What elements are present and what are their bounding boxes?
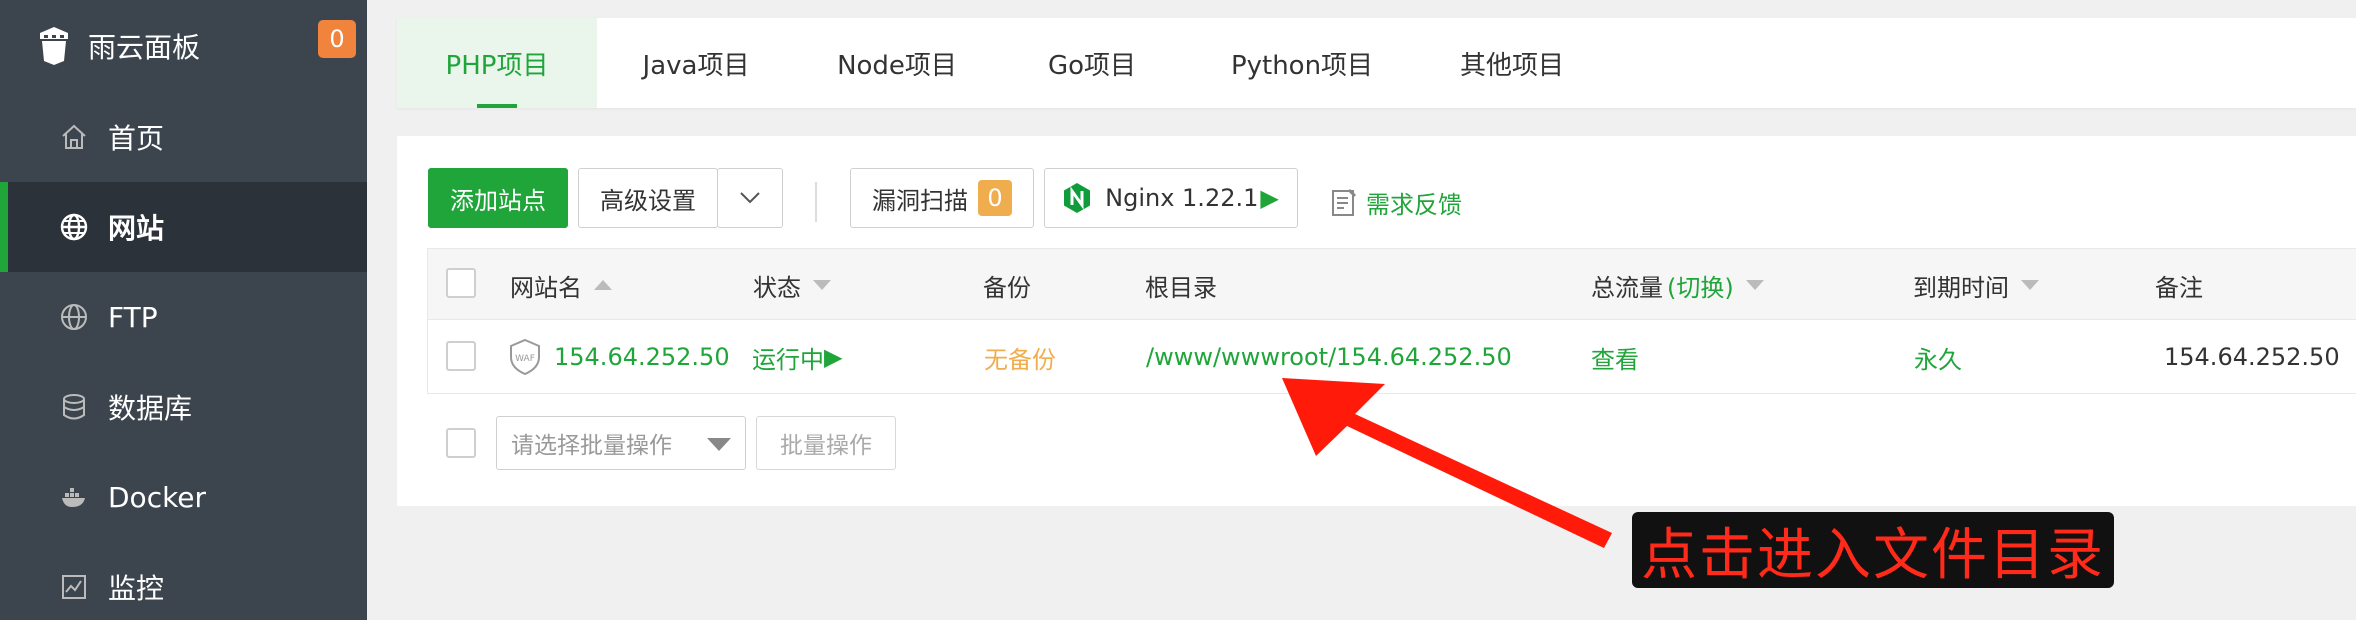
annotation-callout: 点击进入文件目录 (1632, 512, 2114, 588)
